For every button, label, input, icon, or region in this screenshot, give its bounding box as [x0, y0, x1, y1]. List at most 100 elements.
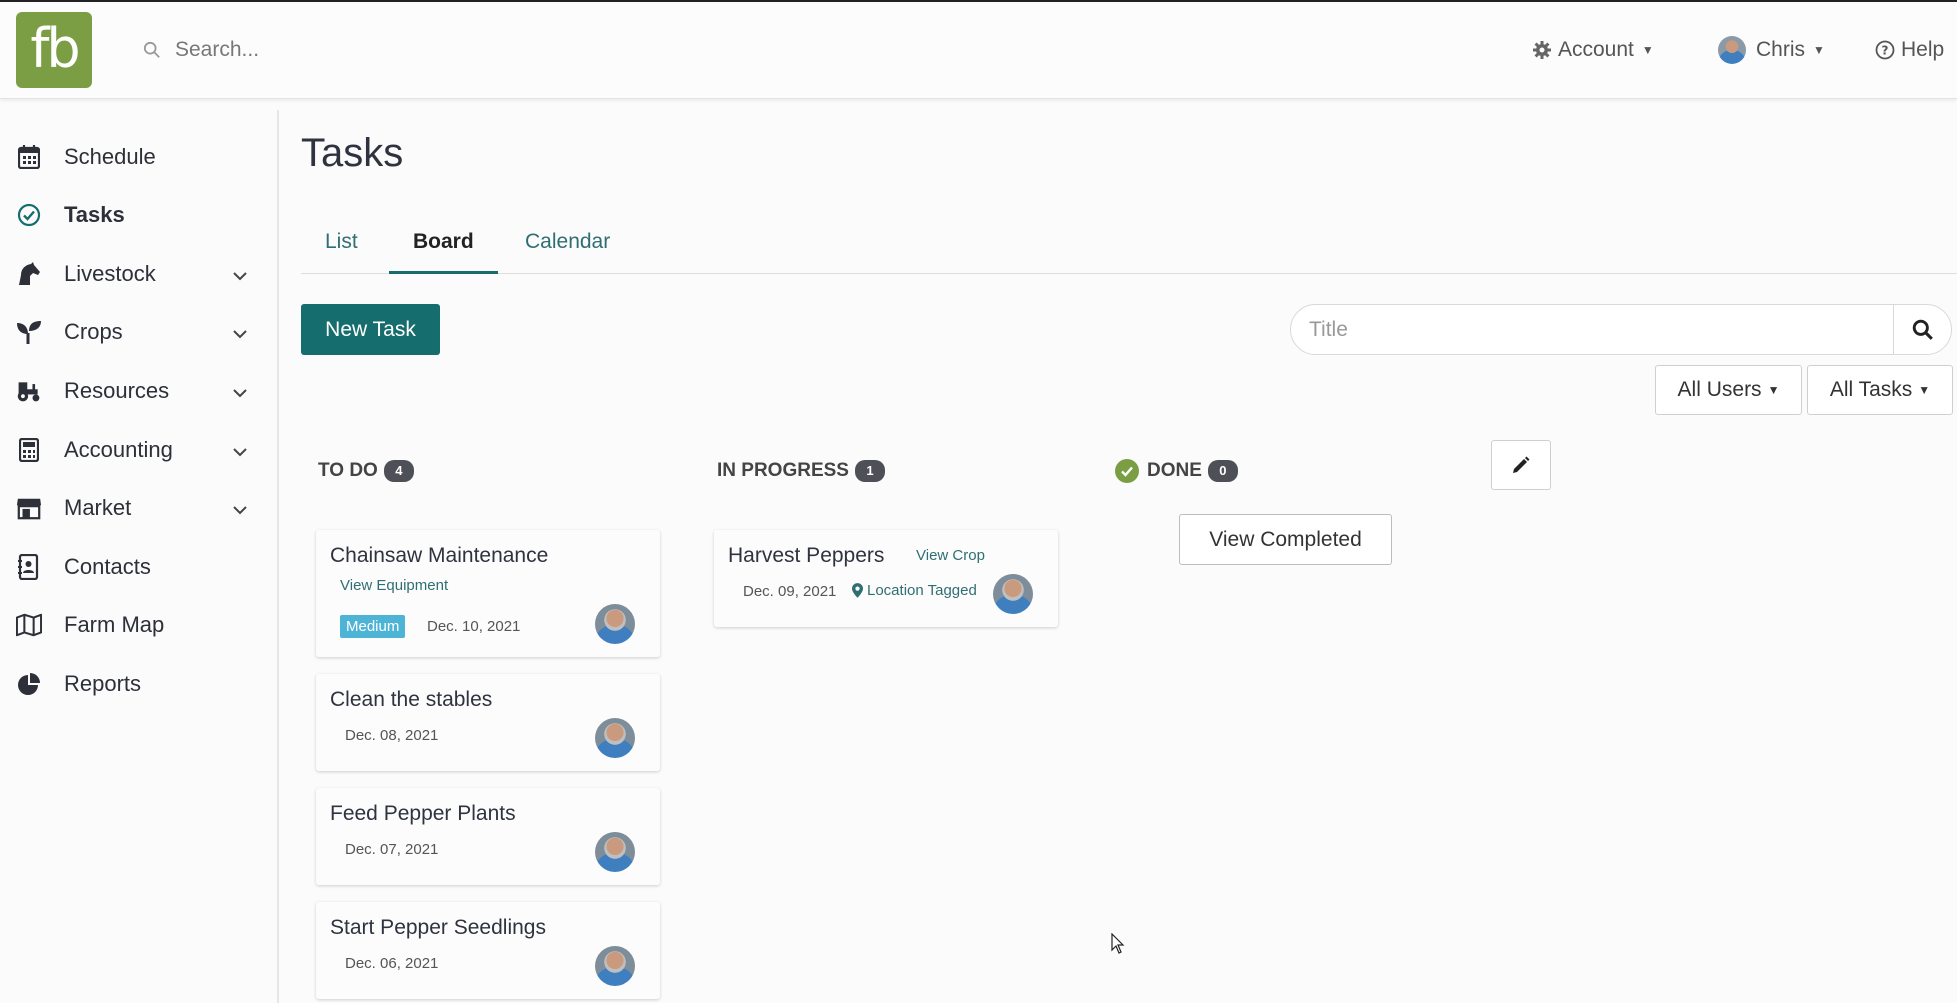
horse-icon — [16, 261, 42, 287]
task-card-chainsaw-maintenance[interactable]: Chainsaw Maintenance View Equipment Medi… — [316, 530, 660, 657]
sidebar-item-label: Schedule — [64, 144, 156, 169]
sidebar-item-livestock[interactable]: Livestock — [0, 250, 279, 298]
sidebar: Schedule Tasks Livestock Crops Resources… — [0, 110, 279, 1003]
gear-icon — [1533, 41, 1551, 59]
due-date: Dec. 07, 2021 — [345, 841, 439, 858]
tasks-filter-dropdown[interactable]: All Tasks ▼ — [1807, 365, 1953, 415]
account-menu[interactable]: Account ▼ — [1532, 32, 1654, 68]
avatar[interactable] — [595, 946, 635, 986]
task-card-clean-the-stables[interactable]: Clean the stables Dec. 08, 2021 — [316, 674, 660, 771]
avatar[interactable] — [595, 718, 635, 758]
task-title: Harvest Peppers — [728, 544, 885, 567]
check-circle-icon — [16, 202, 42, 228]
search-icon — [1912, 319, 1933, 340]
search-icon — [143, 41, 160, 58]
location-tag[interactable]: Location Tagged — [852, 582, 977, 599]
sidebar-item-accounting[interactable]: Accounting — [0, 426, 279, 474]
user-menu[interactable]: Chris ▼ — [1718, 32, 1825, 68]
count-badge: 1 — [854, 460, 885, 482]
help-label: Help — [1901, 38, 1945, 61]
sidebar-item-crops[interactable]: Crops — [0, 308, 279, 356]
view-equipment-link[interactable]: View Equipment — [340, 577, 448, 594]
count-badge: 4 — [383, 460, 414, 482]
column-header-in-progress: IN PROGRESS 1 — [717, 458, 885, 484]
pencil-icon — [1513, 456, 1530, 473]
new-task-button[interactable]: New Task — [301, 304, 440, 355]
count-badge: 0 — [1207, 460, 1238, 482]
task-title: Feed Pepper Plants — [330, 802, 516, 825]
due-date: Dec. 10, 2021 — [427, 618, 521, 635]
search-input[interactable] — [175, 38, 675, 62]
task-title: Start Pepper Seedlings — [330, 916, 546, 939]
user-name: Chris — [1756, 38, 1806, 61]
tasks-filter-label: All Tasks — [1829, 378, 1913, 401]
task-card-feed-pepper-plants[interactable]: Feed Pepper Plants Dec. 07, 2021 — [316, 788, 660, 885]
sidebar-item-market[interactable]: Market — [0, 484, 279, 532]
map-icon — [16, 612, 42, 638]
calculator-icon — [16, 437, 42, 463]
help-link[interactable]: ? Help — [1875, 32, 1944, 68]
seedling-icon — [16, 319, 42, 345]
avatar[interactable] — [993, 574, 1033, 614]
sidebar-item-label: Market — [64, 495, 132, 520]
address-book-icon — [16, 554, 42, 580]
account-label: Account — [1558, 38, 1634, 61]
view-crop-link[interactable]: View Crop — [916, 547, 985, 564]
pie-chart-icon — [16, 671, 42, 697]
sidebar-item-label: Contacts — [64, 554, 151, 579]
sidebar-item-label: Accounting — [64, 437, 173, 462]
view-completed-button[interactable]: View Completed — [1179, 514, 1392, 565]
chevron-down-icon — [232, 437, 248, 463]
sidebar-item-tasks[interactable]: Tasks — [0, 191, 279, 239]
avatar[interactable] — [595, 604, 635, 644]
column-title: TO DO — [318, 460, 378, 481]
sidebar-item-resources[interactable]: Resources — [0, 367, 279, 415]
sidebar-item-label: Crops — [64, 319, 123, 344]
location-tag-label: Location Tagged — [867, 582, 977, 599]
sidebar-item-farm-map[interactable]: Farm Map — [0, 601, 279, 649]
svg-text:?: ? — [1882, 44, 1889, 58]
sidebar-item-schedule[interactable]: Schedule — [0, 133, 279, 181]
caret-down-icon: ▼ — [1813, 43, 1825, 57]
task-card-start-pepper-seedlings[interactable]: Start Pepper Seedlings Dec. 06, 2021 — [316, 902, 660, 999]
users-filter-dropdown[interactable]: All Users ▼ — [1655, 365, 1802, 415]
avatar — [1718, 36, 1746, 64]
question-circle-icon: ? — [1875, 40, 1895, 60]
chevron-down-icon — [232, 495, 248, 521]
tab-board[interactable]: Board — [389, 222, 498, 274]
sidebar-item-label: Livestock — [64, 261, 156, 286]
sidebar-item-label: Farm Map — [64, 612, 165, 637]
tab-list[interactable]: List — [301, 222, 382, 274]
caret-down-icon: ▼ — [1641, 43, 1654, 57]
caret-down-icon: ▼ — [1767, 383, 1780, 397]
priority-badge: Medium — [340, 615, 406, 638]
avatar[interactable] — [595, 832, 635, 872]
check-circle-icon — [1115, 459, 1139, 483]
due-date: Dec. 09, 2021 — [743, 583, 837, 600]
global-search[interactable] — [143, 32, 675, 68]
chevron-down-icon — [232, 378, 248, 404]
task-title: Clean the stables — [330, 688, 493, 711]
title-search-button[interactable] — [1893, 305, 1951, 354]
sidebar-item-label: Reports — [64, 671, 142, 696]
column-title: DONE — [1147, 460, 1202, 481]
caret-down-icon: ▼ — [1918, 383, 1931, 397]
tab-calendar[interactable]: Calendar — [501, 222, 634, 274]
map-marker-icon — [852, 583, 863, 598]
tractor-icon — [16, 378, 42, 404]
task-title: Chainsaw Maintenance — [330, 544, 549, 567]
due-date: Dec. 08, 2021 — [345, 727, 439, 744]
users-filter-label: All Users — [1677, 378, 1762, 401]
store-icon — [16, 495, 42, 521]
top-bar: fb Account ▼ Chris ▼ ? Help — [0, 0, 1957, 99]
page-title: Tasks — [301, 131, 404, 175]
sidebar-item-reports[interactable]: Reports — [0, 660, 279, 708]
farmbrite-logo[interactable]: fb — [16, 12, 92, 88]
column-title: IN PROGRESS — [717, 460, 849, 481]
column-header-todo: TO DO 4 — [318, 458, 414, 484]
task-card-harvest-peppers[interactable]: Harvest Peppers View Crop Dec. 09, 2021 … — [714, 530, 1058, 627]
sidebar-item-label: Resources — [64, 378, 170, 403]
edit-columns-button[interactable] — [1491, 440, 1551, 490]
title-search-input[interactable] — [1309, 317, 1869, 343]
sidebar-item-contacts[interactable]: Contacts — [0, 543, 279, 591]
